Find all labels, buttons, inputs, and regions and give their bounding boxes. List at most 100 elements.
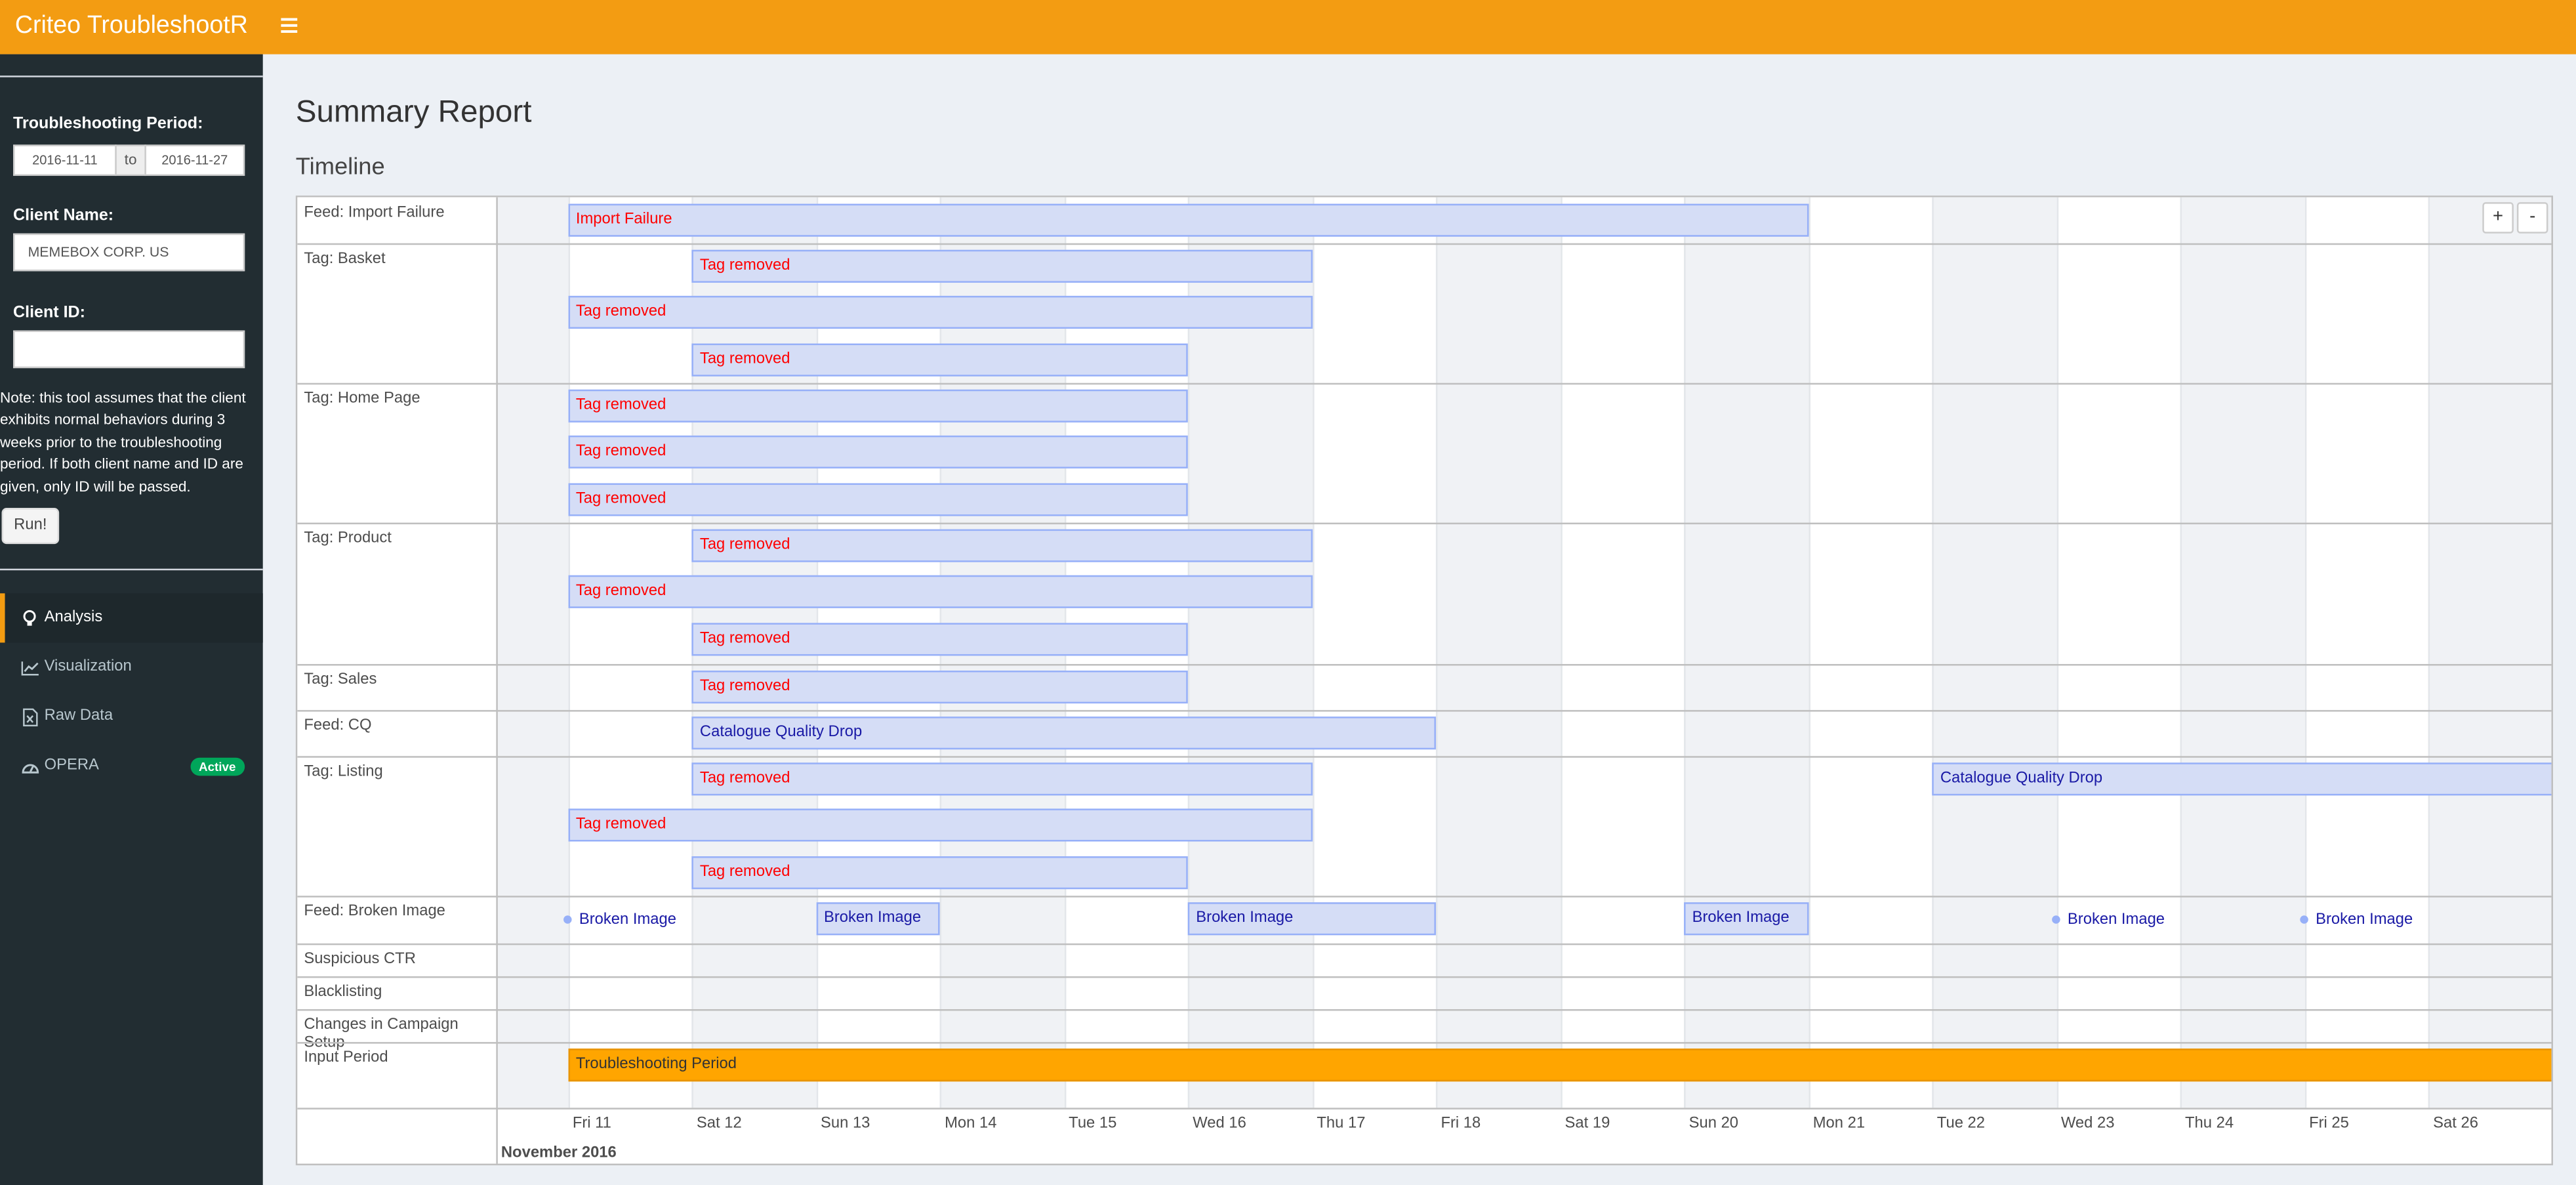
zoom-out-button[interactable]: - bbox=[2516, 202, 2548, 234]
timeline-point-marker[interactable] bbox=[2300, 915, 2308, 924]
day-column bbox=[2552, 198, 2553, 1108]
day-column bbox=[567, 198, 691, 1108]
timeline-item-bar[interactable]: Tag removed bbox=[691, 343, 1188, 377]
timeline-item-bar[interactable]: Tag removed bbox=[567, 436, 1188, 469]
day-column bbox=[1684, 197, 1809, 1108]
timeline-row-divider bbox=[297, 1009, 2552, 1011]
timeline-point-marker[interactable] bbox=[2052, 915, 2060, 924]
timeline-item-bar[interactable]: Tag removed bbox=[691, 249, 1312, 283]
day-separator bbox=[2428, 197, 2430, 1108]
timeline-point-label[interactable]: Broken Image bbox=[2316, 911, 2413, 929]
date-to-input[interactable]: 2016-11-27 bbox=[144, 144, 245, 177]
client-name-input[interactable]: MEMEBOX CORP. US bbox=[13, 233, 245, 272]
timeline-item-bar[interactable]: Import Failure bbox=[567, 203, 1809, 237]
axis-day-label: Wed 16 bbox=[1193, 1114, 1246, 1133]
axis-day-label: Mon 21 bbox=[1812, 1114, 1866, 1133]
timeline-item-bar[interactable]: Tag removed bbox=[691, 622, 1188, 655]
timeline-item-bar[interactable]: Catalogue Quality Drop bbox=[691, 717, 1436, 750]
timeline-group-label: Feed: CQ bbox=[304, 717, 372, 735]
day-column bbox=[2180, 197, 2304, 1108]
day-separator bbox=[2304, 197, 2306, 1108]
timeline-row-divider bbox=[297, 1108, 2552, 1110]
timeline-item-bar[interactable]: Tag removed bbox=[691, 670, 1188, 704]
top-header: Criteo TroubleshootR bbox=[0, 0, 2576, 54]
hamburger-icon[interactable] bbox=[273, 0, 306, 54]
timeline-row-divider bbox=[297, 943, 2552, 946]
timeline-item-bar[interactable]: Tag removed bbox=[691, 762, 1312, 796]
zoom-in-button[interactable]: + bbox=[2482, 202, 2514, 234]
client-name-label: Client Name: bbox=[13, 207, 114, 226]
timeline-item-bar[interactable]: Tag removed bbox=[567, 575, 1312, 609]
menu-item-label: Raw Data bbox=[44, 707, 113, 725]
page-title: Summary Report bbox=[295, 95, 532, 130]
timeline-row-divider bbox=[297, 976, 2552, 978]
timeline-point-marker[interactable] bbox=[563, 915, 572, 924]
axis-day-label: Fri 25 bbox=[2309, 1114, 2349, 1133]
menu-item-opera[interactable]: OPERA Active bbox=[0, 741, 263, 791]
timeline-point-label[interactable]: Broken Image bbox=[2068, 911, 2165, 929]
menu-item-label: Visualization bbox=[44, 657, 132, 676]
timeline-group-label: Changes in Campaign Setup bbox=[304, 1016, 459, 1052]
timeline-group-label: Tag: Listing bbox=[304, 762, 383, 781]
timeline-item-bar[interactable]: Tag removed bbox=[567, 482, 1188, 516]
timeline-group-label: Tag: Product bbox=[304, 529, 392, 548]
timeline-group-label: Blacklisting bbox=[304, 982, 382, 1001]
axis-day-label: Sat 12 bbox=[696, 1114, 742, 1133]
timeline-row-divider bbox=[297, 1042, 2552, 1044]
dashboard-icon bbox=[20, 741, 39, 791]
menu-item-analysis[interactable]: Analysis bbox=[0, 593, 263, 643]
day-column bbox=[1435, 197, 1561, 1108]
day-separator bbox=[1560, 197, 1562, 1108]
axis-month-label: November 2016 bbox=[501, 1144, 617, 1162]
day-separator bbox=[1311, 197, 1314, 1108]
timeline-item-bar[interactable]: Catalogue Quality Drop bbox=[1932, 763, 2552, 797]
menu-item-label: OPERA bbox=[44, 756, 99, 774]
run-button[interactable]: Run! bbox=[1, 508, 60, 545]
day-separator bbox=[567, 197, 569, 1108]
client-id-label: Client ID: bbox=[13, 304, 85, 322]
timeline-group-labels: Feed: Import Failure Tag: Basket Tag: Home… bbox=[297, 197, 498, 1164]
timeline-item-bar[interactable]: Troubleshooting Period bbox=[567, 1049, 2552, 1082]
timeline-item-bar[interactable]: Broken Image bbox=[1187, 902, 1436, 936]
menu-item-visualization[interactable]: Visualization bbox=[0, 642, 263, 692]
timeline-row-divider bbox=[297, 522, 2552, 525]
timeline-item-bar[interactable]: Tag removed bbox=[691, 529, 1312, 562]
sidebar-divider bbox=[0, 568, 263, 571]
axis-day-label: Tue 22 bbox=[1936, 1114, 1986, 1133]
date-from-input[interactable]: 2016-11-11 bbox=[13, 144, 117, 177]
timeline-chart[interactable]: Import Failure Tag removed Tag removed Tag … bbox=[295, 196, 2553, 1165]
timeline-item-bar[interactable]: Broken Image bbox=[815, 902, 940, 936]
client-id-input[interactable] bbox=[13, 330, 245, 369]
axis-day-label: Mon 14 bbox=[945, 1114, 997, 1133]
timeline-item-bar[interactable]: Tag removed bbox=[691, 856, 1188, 889]
timeline-row-divider bbox=[297, 710, 2552, 712]
axis-day-label: Wed 23 bbox=[2060, 1114, 2115, 1133]
day-column bbox=[2304, 198, 2428, 1108]
timeline-group-label: Tag: Basket bbox=[304, 249, 386, 268]
day-column bbox=[1187, 197, 1312, 1108]
timeline-item-bar[interactable]: Broken Image bbox=[1684, 902, 1809, 936]
timeline-grid: Import Failure Tag removed Tag removed Tag … bbox=[497, 197, 2553, 1164]
day-separator bbox=[1932, 197, 1934, 1108]
line-chart-icon bbox=[20, 642, 39, 692]
axis-day-label: Fri 18 bbox=[1441, 1114, 1481, 1133]
day-column bbox=[2428, 197, 2552, 1108]
app-title[interactable]: Criteo TroubleshootR bbox=[0, 0, 263, 54]
timeline-item-bar[interactable]: Tag removed bbox=[567, 296, 1312, 329]
axis-day-label: Tue 15 bbox=[1069, 1114, 1117, 1133]
timeline-item-bar[interactable]: Tag removed bbox=[567, 389, 1188, 423]
sidebar-note: Note: this tool assumes that the client … bbox=[0, 389, 246, 495]
timeline-item-bar[interactable]: Tag removed bbox=[567, 809, 1312, 842]
timeline-group-label: Feed: Import Failure bbox=[304, 203, 445, 222]
timeline-point-label[interactable]: Broken Image bbox=[579, 911, 676, 929]
timeline-group-label: Tag: Home Page bbox=[304, 389, 420, 408]
day-column bbox=[2056, 198, 2180, 1108]
day-separator bbox=[2552, 198, 2553, 1108]
timeline-group-label: Input Period bbox=[304, 1049, 388, 1067]
period-label: Troubleshooting Period: bbox=[13, 115, 203, 133]
timeline-row-divider bbox=[297, 756, 2552, 758]
menu-item-raw-data[interactable]: Raw Data bbox=[0, 692, 263, 741]
day-separator bbox=[2056, 197, 2058, 1108]
day-column bbox=[497, 197, 568, 1108]
day-column bbox=[1560, 198, 1684, 1108]
